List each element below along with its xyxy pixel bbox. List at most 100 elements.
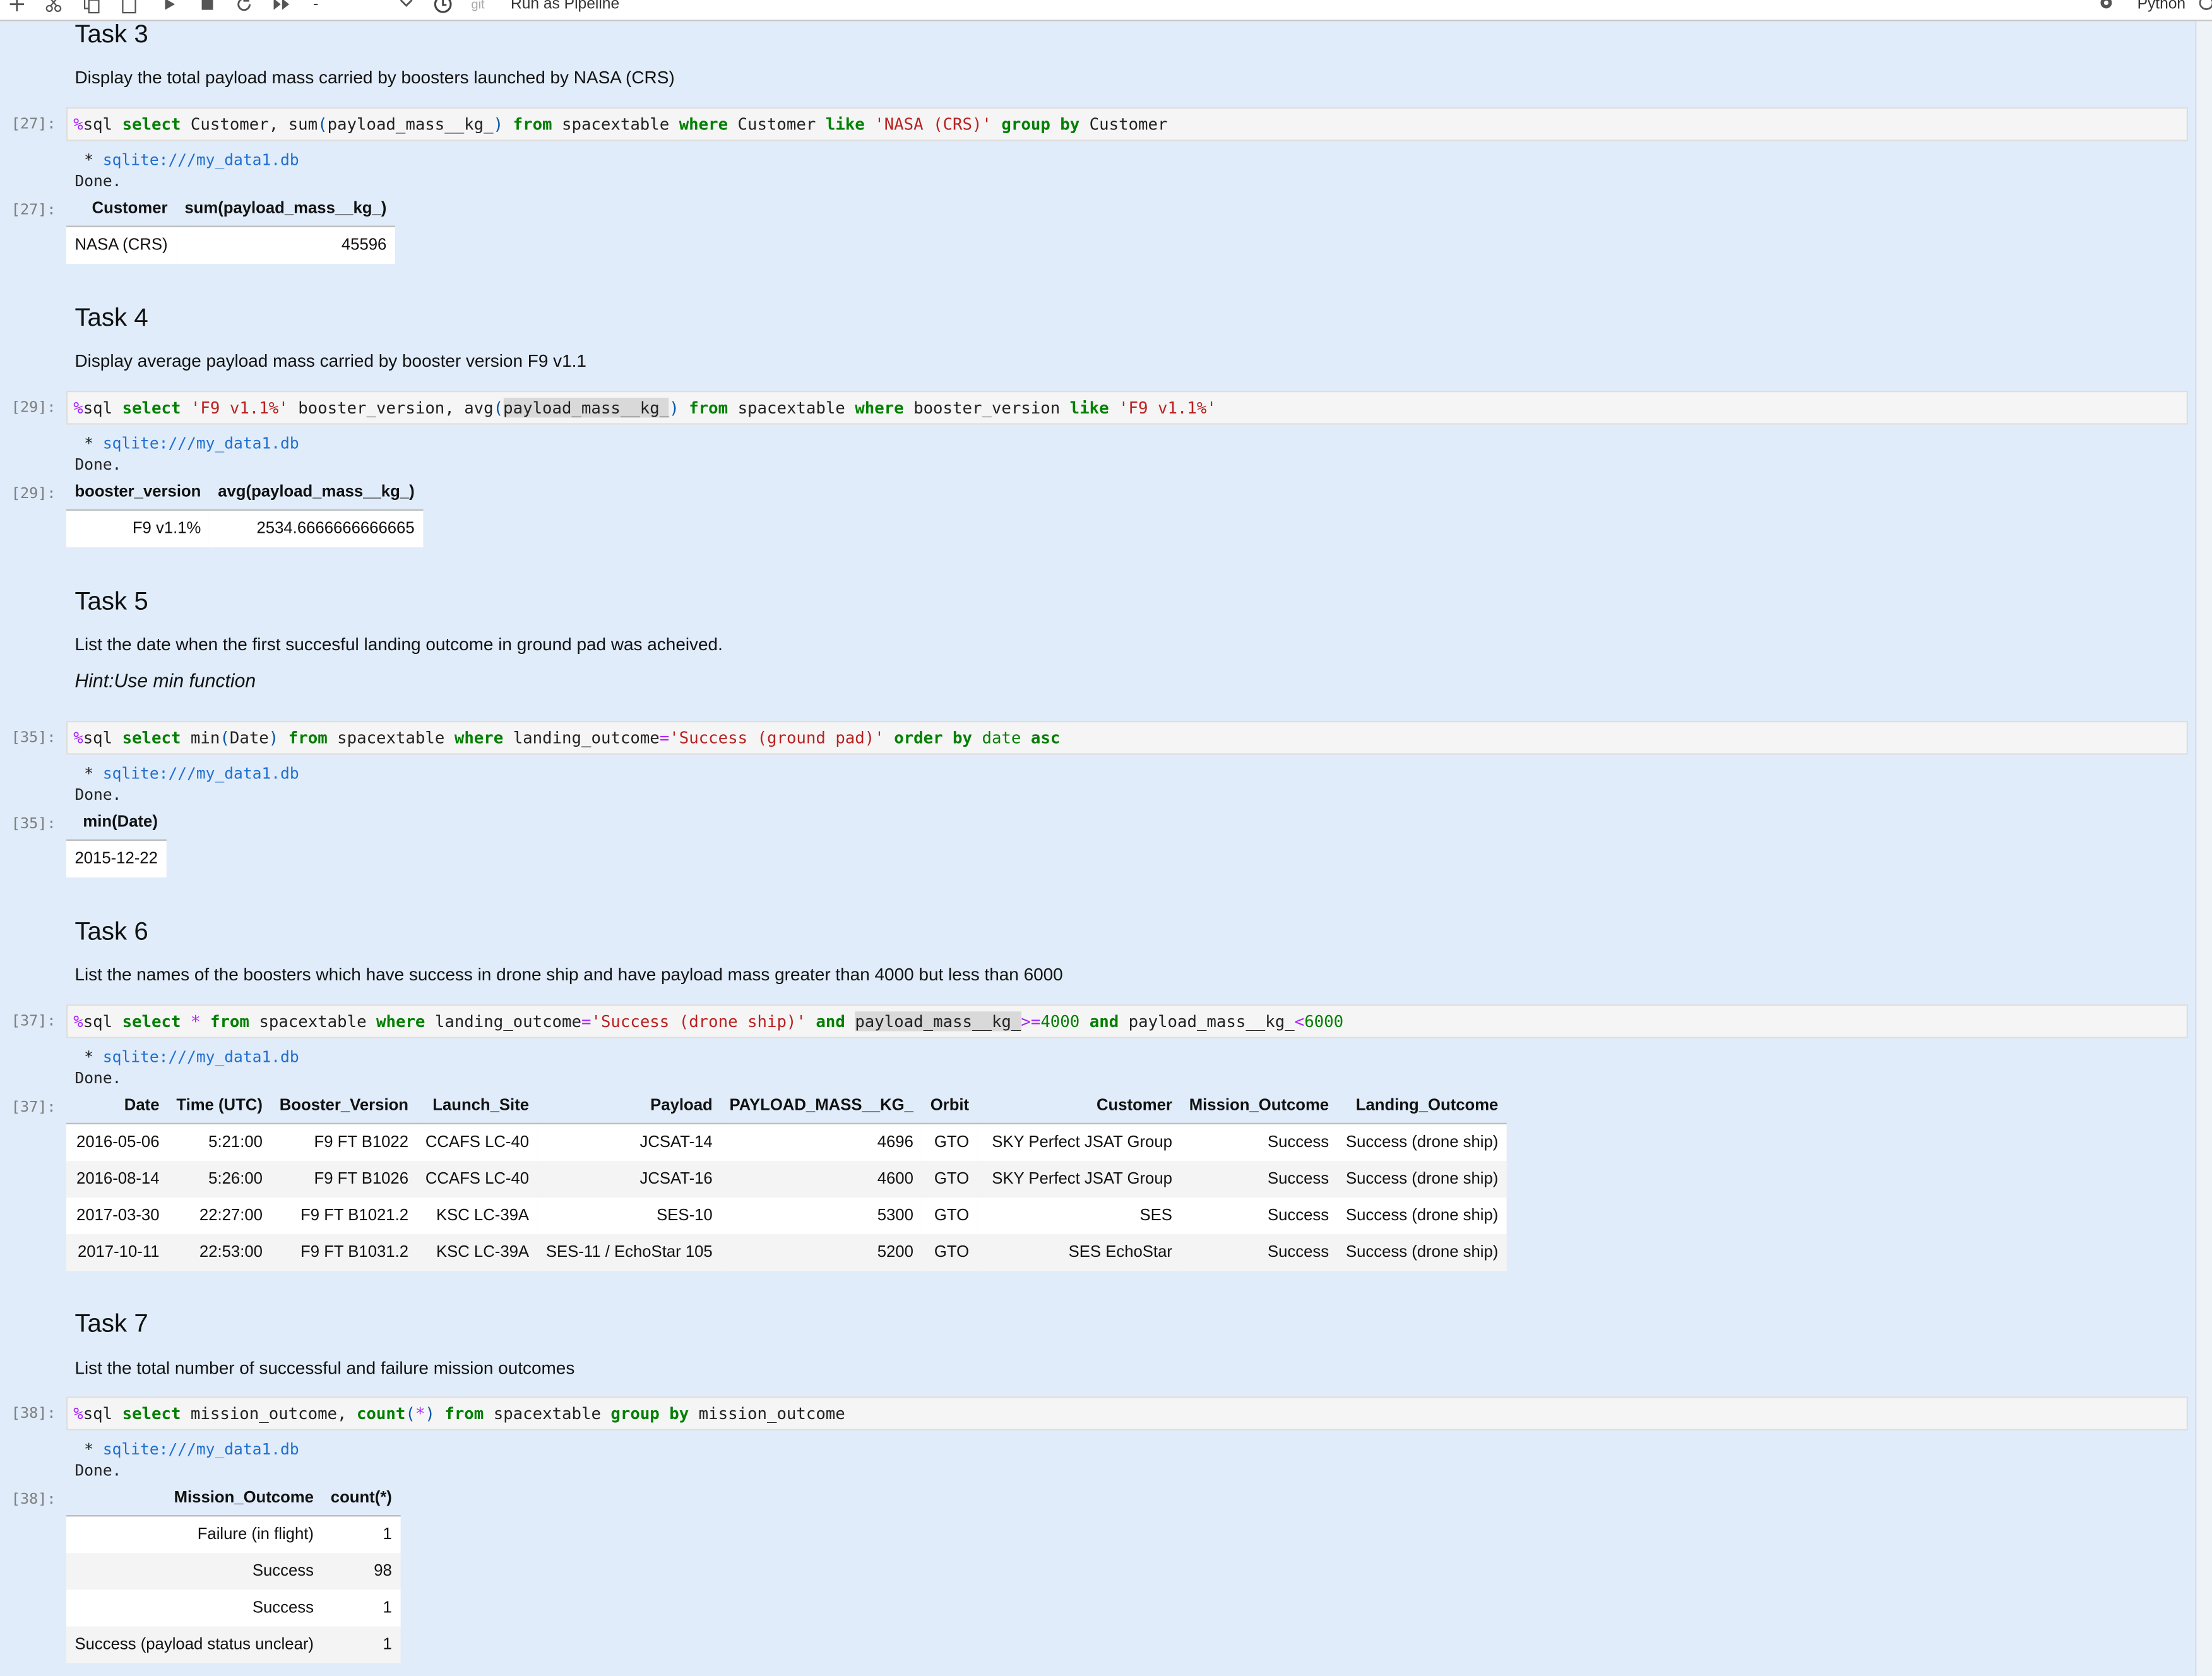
table-row: Success 1	[66, 1590, 401, 1627]
db-link[interactable]: sqlite:///my_data1.db	[103, 1048, 299, 1066]
task6-done: Done.	[74, 1069, 122, 1088]
table-cell: 98	[322, 1553, 401, 1590]
table-cell: KSC LC-39A	[417, 1198, 538, 1235]
task6-result-table: Date Time (UTC) Booster_Version Launch_S…	[66, 1091, 1507, 1271]
table-cell: JCSAT-16	[537, 1161, 722, 1198]
table-header: count(*)	[322, 1483, 401, 1517]
table-cell: Success (drone ship)	[1337, 1234, 1507, 1271]
table-cell: KSC LC-39A	[417, 1234, 538, 1271]
table-cell: 22:27:00	[167, 1198, 271, 1235]
table-cell: 5:26:00	[167, 1161, 271, 1198]
cell-type-select[interactable]: -	[313, 0, 318, 13]
table-cell: 5300	[721, 1198, 922, 1235]
table-row: 2017-10-11 22:53:00 F9 FT B1031.2 KSC LC…	[66, 1234, 1507, 1271]
task5-heading: Task 5	[74, 586, 148, 615]
task6-connection: * sqlite:///my_data1.db	[74, 1048, 299, 1067]
table-row: Failure (in flight) 1	[66, 1516, 401, 1554]
table-row: Success (payload status unclear) 1	[66, 1626, 401, 1663]
table-cell: GTO	[922, 1123, 978, 1162]
task6-code-cell[interactable]: %sql select * from spacextable where lan…	[66, 1004, 2189, 1038]
run-as-pipeline-button[interactable]: Run as Pipeline	[511, 0, 619, 13]
table-header: Date	[66, 1091, 168, 1125]
table-cell: Success	[1180, 1161, 1338, 1198]
table-cell: 2017-03-30	[66, 1198, 168, 1235]
table-cell: 2015-12-22	[66, 840, 167, 877]
table-header: Launch_Site	[417, 1091, 538, 1125]
cut-icon[interactable]	[45, 0, 62, 14]
task6-output-prompt: [37]:	[11, 1098, 56, 1116]
task3-result-table: Customer sum(payload_mass__kg_) NASA (CR…	[66, 194, 395, 264]
run-icon[interactable]	[161, 0, 178, 14]
restart-icon[interactable]	[235, 0, 253, 14]
fast-forward-icon[interactable]	[272, 0, 292, 14]
table-row: NASA (CRS) 45596	[66, 226, 395, 264]
table-header: PAYLOAD_MASS__KG_	[721, 1091, 922, 1125]
scrollbar[interactable]	[2195, 21, 2212, 1676]
table-row: 2017-03-30 22:27:00 F9 FT B1021.2 KSC LC…	[66, 1198, 1507, 1235]
task7-description: List the total number of successful and …	[74, 1358, 575, 1379]
table-cell: F9 FT B1022	[271, 1123, 417, 1162]
task5-code-cell[interactable]: %sql select min(Date) from spacextable w…	[66, 720, 2189, 755]
add-cell-icon[interactable]	[8, 0, 25, 14]
kernel-name[interactable]: Python	[2138, 0, 2186, 13]
task4-result-table: booster_version avg(payload_mass__kg_) F…	[66, 478, 424, 548]
clock-icon[interactable]	[433, 0, 453, 14]
task3-code-cell[interactable]: %sql select Customer, sum(payload_mass__…	[66, 107, 2189, 141]
task4-code-cell[interactable]: %sql select 'F9 v1.1%' booster_version, …	[66, 391, 2189, 425]
table-cell: 2016-05-06	[66, 1123, 168, 1162]
task7-done: Done.	[74, 1461, 122, 1480]
task5-output-prompt: [35]:	[11, 815, 56, 833]
task4-done: Done.	[74, 455, 122, 474]
table-cell: SKY Perfect JSAT Group	[977, 1123, 1181, 1162]
db-link[interactable]: sqlite:///my_data1.db	[103, 434, 299, 453]
table-cell: GTO	[922, 1198, 978, 1235]
table-cell: Success	[1180, 1198, 1338, 1235]
chevron-down-icon[interactable]	[398, 0, 415, 14]
table-cell: 2017-10-11	[66, 1234, 168, 1271]
table-row: F9 v1.1% 2534.6666666666665	[66, 509, 424, 548]
task3-description: Display the total payload mass carried b…	[74, 68, 675, 88]
db-link[interactable]: sqlite:///my_data1.db	[103, 764, 299, 783]
gear-icon[interactable]	[2098, 0, 2115, 14]
db-link[interactable]: sqlite:///my_data1.db	[103, 1441, 299, 1459]
db-link[interactable]: sqlite:///my_data1.db	[103, 151, 299, 169]
kernel-status-icon	[2198, 0, 2212, 14]
task4-heading: Task 4	[74, 303, 148, 332]
task5-hint: Hint:Use min function	[74, 670, 256, 692]
table-cell: Success (drone ship)	[1337, 1123, 1507, 1162]
table-cell: 45596	[175, 226, 395, 264]
table-row: 2016-05-06 5:21:00 F9 FT B1022 CCAFS LC-…	[66, 1123, 1507, 1162]
table-header: Orbit	[922, 1091, 978, 1125]
table-cell: SES	[977, 1198, 1181, 1235]
task5-input-prompt: [35]:	[11, 729, 56, 747]
task5-connection: * sqlite:///my_data1.db	[74, 764, 299, 783]
task3-connection: * sqlite:///my_data1.db	[74, 151, 299, 170]
task6-description: List the names of the boosters which hav…	[74, 965, 1063, 985]
table-cell: CCAFS LC-40	[417, 1161, 538, 1198]
table-cell: Success (drone ship)	[1337, 1161, 1507, 1198]
table-header: Booster_Version	[271, 1091, 417, 1125]
table-cell: Success	[1180, 1123, 1338, 1162]
table-row: 2015-12-22	[66, 840, 167, 877]
table-cell: SES EchoStar	[977, 1234, 1181, 1271]
table-cell: Success	[1180, 1234, 1338, 1271]
copy-icon[interactable]	[83, 0, 100, 14]
task4-output-prompt: [29]:	[11, 485, 56, 502]
table-cell: 1	[322, 1590, 401, 1627]
table-cell: F9 FT B1031.2	[271, 1234, 417, 1271]
task6-heading: Task 6	[74, 917, 148, 946]
table-cell: JCSAT-14	[537, 1123, 722, 1162]
table-cell: 1	[322, 1516, 401, 1554]
table-header: sum(payload_mass__kg_)	[175, 194, 395, 227]
table-cell: F9 FT B1021.2	[271, 1198, 417, 1235]
table-cell: Success (drone ship)	[1337, 1198, 1507, 1235]
table-header: Customer	[66, 194, 176, 227]
table-header: Mission_Outcome	[66, 1483, 323, 1517]
table-row: 2016-08-14 5:26:00 F9 FT B1026 CCAFS LC-…	[66, 1161, 1507, 1198]
stop-icon[interactable]	[199, 0, 216, 14]
git-icon[interactable]: git	[471, 0, 484, 11]
paste-icon[interactable]	[121, 0, 138, 14]
table-cell: F9 FT B1026	[271, 1161, 417, 1198]
task7-code-cell[interactable]: %sql select mission_outcome, count(*) fr…	[66, 1396, 2189, 1430]
table-cell: SES-10	[537, 1198, 722, 1235]
